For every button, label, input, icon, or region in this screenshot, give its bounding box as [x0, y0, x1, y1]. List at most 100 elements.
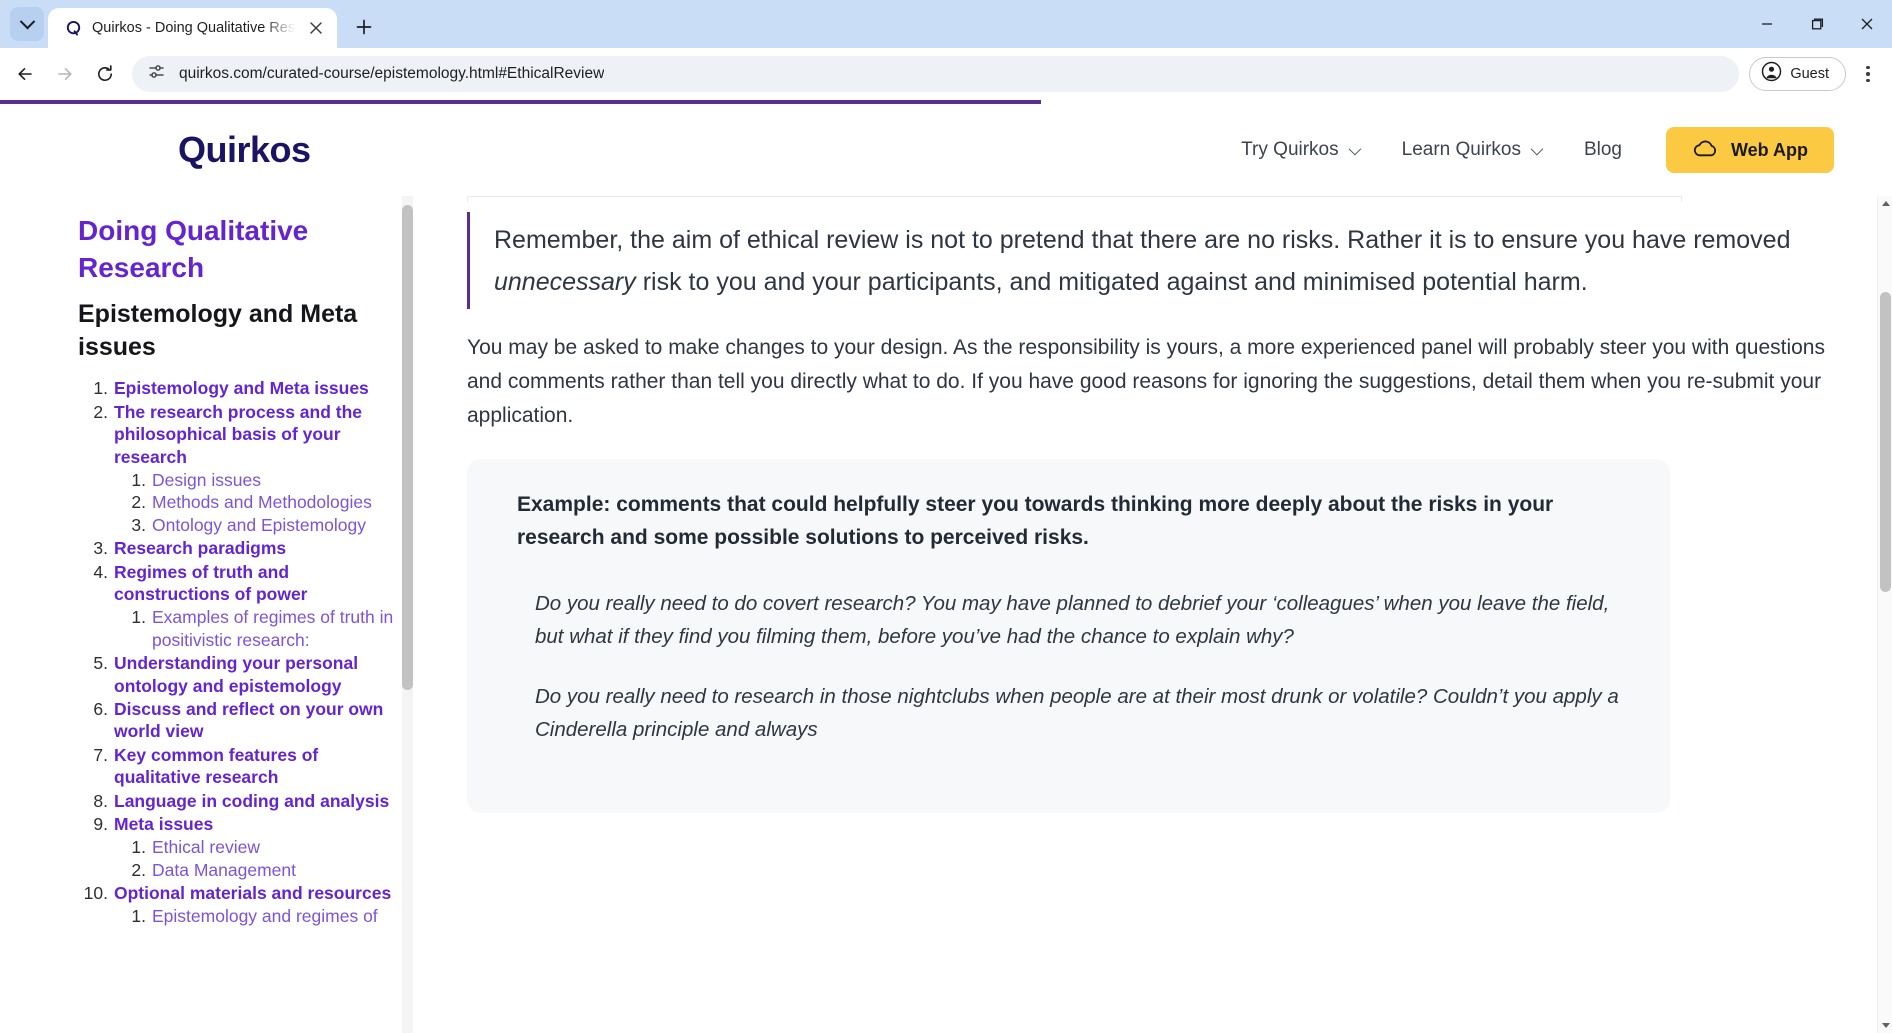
chevron-down-icon [1348, 142, 1361, 155]
body-paragraph: You may be asked to make changes to your… [467, 331, 1834, 433]
browser-tab-active[interactable]: Quirkos - Doing Qualitative Res [48, 8, 337, 48]
toc-subitem[interactable]: Ontology and Epistemology [114, 514, 401, 536]
sidebar-scrollbar-thumb[interactable] [402, 205, 413, 690]
nav-label: Blog [1584, 139, 1622, 161]
toc-sublist: Examples of regimes of truth in positivi… [114, 606, 401, 651]
profile-button[interactable]: Guest [1749, 57, 1846, 91]
maximize-icon [1810, 17, 1824, 31]
toc-sublink[interactable]: Data Management [152, 860, 296, 880]
maximize-button[interactable] [1792, 0, 1842, 48]
toc-subitem[interactable]: Epistemology and regimes of [114, 905, 401, 927]
nav-item-learn-quirkos[interactable]: Learn Quirkos [1402, 139, 1540, 161]
tab-search-button[interactable] [10, 7, 44, 41]
toc-link[interactable]: The research process and the philosophic… [114, 402, 362, 467]
blockquote-emphasis: unnecessary [494, 268, 636, 296]
address-bar[interactable]: quirkos.com/curated-course/epistemology.… [132, 56, 1739, 92]
toc-subitem[interactable]: Data Management [114, 859, 401, 881]
nav-item-try-quirkos[interactable]: Try Quirkos [1241, 139, 1357, 161]
sidebar-scrollbar[interactable] [402, 196, 413, 1033]
url-text: quirkos.com/curated-course/epistemology.… [179, 65, 604, 83]
toc-subitem[interactable]: Examples of regimes of truth in positivi… [114, 606, 401, 651]
web-app-button[interactable]: Web App [1666, 127, 1834, 173]
close-window-button[interactable] [1842, 0, 1892, 48]
toc-item[interactable]: Discuss and reflect on your own world vi… [78, 698, 401, 743]
scroll-down-button[interactable] [1878, 1018, 1892, 1033]
page-viewport: Quirkos Try Quirkos Learn Quirkos Blog [0, 100, 1892, 1033]
example-callout-box: Example: comments that could helpfully s… [467, 459, 1670, 813]
tab-title: Quirkos - Doing Qualitative Res [92, 20, 295, 36]
toc-item[interactable]: Understanding your personal ontology and… [78, 652, 401, 697]
profile-label: Guest [1790, 66, 1829, 82]
tab-strip: Quirkos - Doing Qualitative Res [0, 0, 1892, 48]
toc-item[interactable]: Epistemology and Meta issues [78, 377, 401, 399]
nav-label: Try Quirkos [1241, 139, 1338, 161]
toc-sublist: Epistemology and regimes of [114, 905, 401, 927]
toc-item[interactable]: Meta issues Ethical review Data Manageme… [78, 813, 401, 881]
new-tab-button[interactable] [347, 10, 381, 44]
course-title[interactable]: Doing Qualitative Research [78, 212, 401, 286]
back-button[interactable] [6, 55, 44, 93]
toc-link[interactable]: Meta issues [114, 814, 213, 834]
browser-menu-button[interactable] [1852, 55, 1884, 93]
reload-icon [95, 64, 115, 84]
nav-item-blog[interactable]: Blog [1584, 139, 1622, 161]
plus-icon [356, 19, 372, 35]
toc-link[interactable]: Understanding your personal ontology and… [114, 653, 358, 695]
toc-sublink[interactable]: Methods and Methodologies [152, 492, 372, 512]
toc-sublink[interactable]: Examples of regimes of truth in positivi… [152, 607, 393, 649]
page-scrollbar[interactable] [1877, 196, 1892, 1033]
toc-item[interactable]: Language in coding and analysis [78, 790, 401, 812]
page-body: Doing Qualitative Research Epistemology … [0, 196, 1892, 1033]
minimize-icon [1760, 17, 1774, 31]
toc-sublink[interactable]: Epistemology and regimes of [152, 906, 378, 926]
close-icon[interactable] [305, 17, 327, 39]
nav-label: Learn Quirkos [1402, 139, 1521, 161]
toc-link[interactable]: Regimes of truth and constructions of po… [114, 562, 307, 604]
toc-sublink[interactable]: Ethical review [152, 837, 260, 857]
toc-link[interactable]: Research paradigms [114, 538, 286, 558]
toc-subitem[interactable]: Methods and Methodologies [114, 491, 401, 513]
example-question: Do you really need to do covert research… [535, 587, 1626, 654]
toc-item[interactable]: Research paradigms [78, 537, 401, 559]
highlight-blockquote: Remember, the aim of ethical review is n… [467, 212, 1834, 309]
toc-link[interactable]: Discuss and reflect on your own world vi… [114, 699, 383, 741]
page-load-progress [0, 100, 1892, 104]
window-controls [1742, 0, 1892, 48]
toc-subitem[interactable]: Ethical review [114, 836, 401, 858]
site-info-icon[interactable] [148, 63, 165, 85]
forward-button[interactable] [46, 55, 84, 93]
toc-link[interactable]: Optional materials and resources [114, 883, 391, 903]
content-card-edge [467, 196, 1682, 202]
toc-link[interactable]: Language in coding and analysis [114, 791, 389, 811]
toc-item[interactable]: Key common features of qualitative resea… [78, 744, 401, 789]
example-question: Do you really need to research in those … [535, 680, 1626, 747]
progress-bar-fill [0, 100, 1041, 104]
close-icon [1860, 17, 1874, 31]
arrow-down-icon [1882, 1023, 1890, 1028]
toc-link[interactable]: Key common features of qualitative resea… [114, 745, 318, 787]
toc-sublink[interactable]: Ontology and Epistemology [152, 515, 366, 535]
main-content: Remember, the aim of ethical review is n… [425, 196, 1892, 1033]
page-scrollbar-thumb[interactable] [1880, 292, 1891, 592]
toc-item[interactable]: Regimes of truth and constructions of po… [78, 561, 401, 652]
chevron-down-icon [19, 13, 35, 29]
site-logo[interactable]: Quirkos [178, 129, 311, 171]
chevron-down-icon [1531, 142, 1544, 155]
site-navigation: Try Quirkos Learn Quirkos Blog [1241, 127, 1834, 173]
table-of-contents: Epistemology and Meta issues The researc… [78, 377, 401, 927]
browser-toolbar: quirkos.com/curated-course/epistemology.… [0, 48, 1892, 100]
toc-item[interactable]: Optional materials and resources Epistem… [78, 882, 401, 928]
cloud-icon [1692, 139, 1719, 162]
toc-sublist: Design issues Methods and Methodologies … [114, 469, 401, 536]
reload-button[interactable] [86, 55, 124, 93]
toc-sublink[interactable]: Design issues [152, 470, 261, 490]
example-heading: Example: comments that could helpfully s… [517, 489, 1626, 555]
scroll-up-button[interactable] [1878, 196, 1892, 211]
web-app-label: Web App [1731, 140, 1808, 161]
toc-subitem[interactable]: Design issues [114, 469, 401, 491]
minimize-button[interactable] [1742, 0, 1792, 48]
dot [1866, 79, 1870, 83]
avatar-icon [1761, 61, 1782, 87]
toc-item[interactable]: The research process and the philosophic… [78, 401, 401, 536]
toc-link[interactable]: Epistemology and Meta issues [114, 378, 369, 398]
